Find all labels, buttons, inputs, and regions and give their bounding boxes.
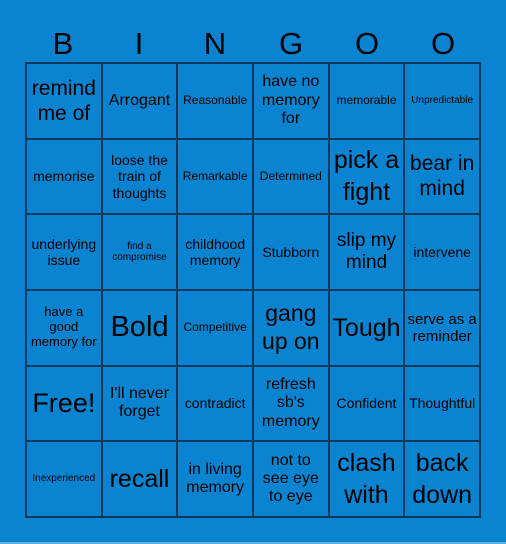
bingo-cell[interactable]: memorise (26, 138, 102, 215)
bingo-cell[interactable]: Tough (328, 289, 405, 366)
bingo-cell[interactable]: Reasonable (177, 63, 253, 139)
bingo-cell[interactable]: bear in mind (404, 138, 480, 215)
bingo-cell[interactable]: recall (101, 441, 178, 517)
bingo-cell[interactable]: Stubborn (252, 214, 329, 290)
bingo-cell[interactable]: serve as a reminder (404, 289, 480, 366)
header-letter: I (134, 26, 144, 61)
bingo-cell[interactable]: intervene (404, 214, 480, 290)
header-letter: N (203, 26, 227, 61)
bingo-cell[interactable]: underlying issue (26, 214, 102, 290)
bingo-cell[interactable]: back down (404, 441, 480, 517)
bingo-cell[interactable]: pick a fight (328, 138, 405, 215)
header-letter: G (278, 26, 304, 61)
bingo-cell[interactable]: Determined (252, 138, 329, 215)
bingo-cell[interactable]: slip my mind (328, 214, 405, 290)
bingo-cell[interactable]: Inexperienced (26, 441, 102, 517)
bingo-card: remind me of Arrogant Reasonable have no… (25, 62, 481, 518)
bingo-cell[interactable]: find a compromise (101, 214, 178, 290)
bingo-cell[interactable]: childhood memory (177, 214, 253, 290)
header-letter: O (430, 26, 456, 61)
bingo-cell[interactable]: have a good memory for (26, 289, 102, 366)
bingo-cell[interactable]: remind me of (26, 63, 102, 139)
bingo-cell[interactable]: memorable (328, 63, 405, 139)
bingo-cell[interactable]: I'll never forget (101, 365, 178, 442)
bingo-cell[interactable]: Confident (328, 365, 405, 442)
bingo-cell[interactable]: Unpredictable (404, 63, 480, 139)
bingo-cell[interactable]: clash with (328, 441, 405, 517)
bingo-cell[interactable]: loose the train of thoughts (101, 138, 178, 215)
bingo-cell[interactable]: gang up on (252, 289, 329, 366)
bingo-cell[interactable]: Thoughtful (404, 365, 480, 442)
header-letter: O (354, 26, 380, 61)
bingo-cell[interactable]: refresh sb's memory (252, 365, 329, 442)
bingo-cell[interactable]: in living memory (177, 441, 253, 517)
bingo-cell[interactable]: Bold (101, 289, 178, 366)
bingo-cell[interactable]: Remarkable (177, 138, 253, 215)
bingo-cell[interactable]: not to see eye to eye (252, 441, 329, 517)
bingo-header: B I N G O O (25, 26, 481, 62)
bingo-cell[interactable]: Free! (26, 365, 102, 442)
bingo-cell[interactable]: Arrogant (101, 63, 178, 139)
header-letter: B (52, 26, 74, 61)
bingo-cell[interactable]: contradict (177, 365, 253, 442)
bingo-cell[interactable]: Competitive (177, 289, 253, 366)
bingo-cell[interactable]: have no memory for (252, 63, 329, 139)
